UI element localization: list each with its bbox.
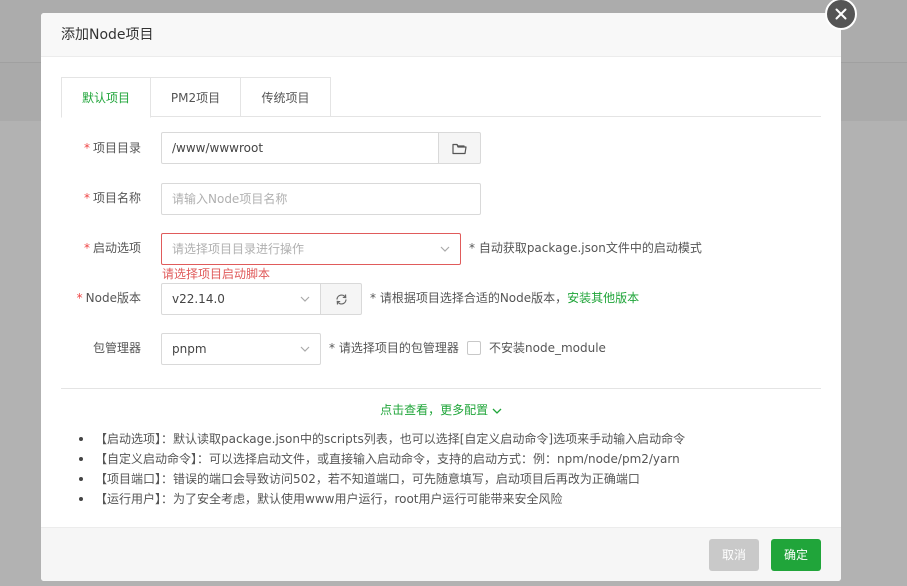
help-note-item: 【启动选项】：默认读取package.json中的scripts列表，也可以选择… — [77, 429, 817, 449]
refresh-icon — [335, 293, 347, 305]
help-note-item: 【运行用户】：为了安全考虑，默认使用www用户运行，root用户运行可能带来安全… — [77, 489, 817, 509]
project-type-tabs: 默认项目 PM2项目 传统项目 — [61, 77, 821, 118]
required-mark: * — [76, 291, 83, 305]
package-manager-hint: * 请选择项目的包管理器 — [329, 341, 459, 355]
dialog-title: 添加Node项目 — [41, 13, 841, 57]
help-notes: 【启动选项】：默认读取package.json中的scripts列表，也可以选择… — [77, 429, 817, 509]
required-mark: * — [83, 141, 90, 155]
help-note-item: 【项目端口】：错误的端口会导致访问502，若不知道端口，可先随意填写，启动项目后… — [77, 469, 817, 489]
confirm-button[interactable]: 确定 — [771, 539, 821, 571]
project-dir-input[interactable]: /www/wwwroot — [161, 132, 439, 164]
chevron-down-icon — [492, 408, 502, 414]
help-note-item: 【自定义启动命令】：可以选择启动文件，或直接输入启动命令，支持的启动方式：例：n… — [77, 449, 817, 469]
add-node-project-dialog: 添加Node项目 默认项目 PM2项目 传统项目 * 项目目录 /www/wwwr… — [41, 13, 841, 581]
skip-node-module-checkbox[interactable] — [467, 341, 481, 355]
required-mark: * — [83, 241, 90, 255]
chevron-down-icon — [300, 346, 310, 352]
form-divider — [61, 388, 821, 389]
node-version-select[interactable]: v22.14.0 — [161, 283, 321, 315]
dialog-footer: 取消 确定 — [41, 527, 841, 581]
project-dir-label: * 项目目录 — [83, 141, 141, 155]
browse-folder-button[interactable] — [438, 132, 481, 164]
node-version-hint: * 请根据项目选择合适的Node版本，安装其他版本 — [370, 291, 640, 305]
folder-icon — [452, 143, 467, 154]
skip-node-module-label: 不安装node_module — [489, 341, 606, 355]
more-config-toggle[interactable]: 点击查看，更多配置 — [41, 401, 841, 418]
chevron-down-icon — [440, 246, 450, 252]
chevron-down-icon — [300, 296, 310, 302]
tab-default-project[interactable]: 默认项目 — [61, 77, 151, 118]
package-manager-select[interactable]: pnpm — [161, 333, 321, 365]
close-icon — [835, 8, 847, 20]
node-version-label: * Node版本 — [76, 291, 141, 305]
project-name-input[interactable]: 请输入Node项目名称 — [161, 183, 481, 215]
start-option-label: * 启动选项 — [83, 241, 141, 255]
install-other-version-link[interactable]: 安装其他版本 — [567, 291, 639, 305]
refresh-versions-button[interactable] — [320, 283, 362, 315]
start-option-hint: * 自动获取package.json文件中的启动模式 — [469, 241, 702, 255]
start-option-error: 请选择项目启动脚本 — [162, 267, 271, 281]
start-option-select[interactable]: 请选择项目目录进行操作 — [161, 233, 461, 265]
tab-pm2-project[interactable]: PM2项目 — [151, 77, 241, 117]
package-manager-label: 包管理器 — [92, 341, 141, 355]
tab-traditional-project[interactable]: 传统项目 — [241, 77, 331, 117]
required-mark: * — [83, 191, 90, 205]
cancel-button[interactable]: 取消 — [709, 539, 759, 571]
project-name-label: * 项目名称 — [83, 191, 141, 205]
